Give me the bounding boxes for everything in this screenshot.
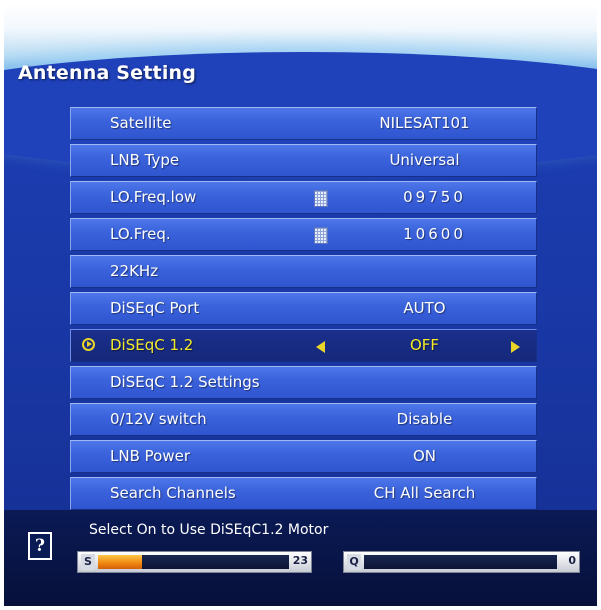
search-channels-value: CH All Search xyxy=(373,484,476,502)
antenna-settings-menu: Satellite NILESAT101 LNB Type Universal … xyxy=(70,107,537,514)
help-icon[interactable]: ? xyxy=(28,532,52,560)
search-channels-label: Search Channels xyxy=(110,484,236,502)
menu-row-22khz[interactable]: 22KHz xyxy=(70,255,537,288)
diseqc-1-2-value: OFF xyxy=(409,336,440,354)
satellite-value: NILESAT101 xyxy=(379,114,470,132)
quality-track xyxy=(364,555,557,569)
menu-row-diseqc-port[interactable]: DiSEqC Port AUTO xyxy=(70,292,537,325)
menu-row-diseqc-1-2-settings[interactable]: DiSEqC 1.2 Settings xyxy=(70,366,537,399)
lo-freq-label: LO.Freq. xyxy=(110,225,171,243)
signal-track xyxy=(98,555,289,569)
menu-row-lo-freq[interactable]: LO.Freq. 10600 xyxy=(70,218,537,251)
quality-value: 0 xyxy=(568,554,576,567)
signal-fill xyxy=(98,555,142,569)
menu-row-0-12v-switch[interactable]: 0/12V switch Disable xyxy=(70,403,537,436)
lnb-power-label: LNB Power xyxy=(110,447,190,465)
menu-row-satellite[interactable]: Satellite NILESAT101 xyxy=(70,107,537,140)
signal-quality-bar: Q 0 xyxy=(343,551,580,573)
diseqc-1-2-settings-label: DiSEqC 1.2 Settings xyxy=(110,373,260,391)
satellite-label: Satellite xyxy=(110,114,172,132)
quality-label: Q xyxy=(347,554,361,570)
lo-freq-low-label: LO.Freq.low xyxy=(110,188,197,206)
signal-label: S xyxy=(81,554,95,570)
lo-freq-value: 10600 xyxy=(403,225,466,243)
diseqc-port-label: DiSEqC Port xyxy=(110,299,200,317)
0-12v-switch-label: 0/12V switch xyxy=(110,410,207,428)
menu-row-diseqc-1-2[interactable]: DiSEqC 1.2 OFF xyxy=(70,329,537,362)
tv-screen: Antenna Setting Satellite NILESAT101 LNB… xyxy=(4,4,597,606)
menu-row-lnb-type[interactable]: LNB Type Universal xyxy=(70,144,537,177)
lo-freq-low-value: 09750 xyxy=(403,188,466,206)
lnb-type-label: LNB Type xyxy=(110,151,180,169)
signal-strength-bar: S 23 xyxy=(77,551,312,573)
22khz-label: 22KHz xyxy=(110,262,159,280)
0-12v-switch-value: Disable xyxy=(396,410,453,428)
arrow-right-icon[interactable] xyxy=(511,341,520,353)
lnb-type-value: Universal xyxy=(389,151,460,169)
diseqc-1-2-label: DiSEqC 1.2 xyxy=(110,336,194,354)
help-hint-text: Select On to Use DiSEqC1.2 Motor xyxy=(89,522,329,538)
menu-row-search-channels[interactable]: Search Channels CH All Search xyxy=(70,477,537,510)
signal-value: 23 xyxy=(292,554,308,567)
status-panel: ? Select On to Use DiSEqC1.2 Motor S 23 … xyxy=(4,510,597,606)
menu-row-lnb-power[interactable]: LNB Power ON xyxy=(70,440,537,473)
diseqc-port-value: AUTO xyxy=(403,299,446,317)
lnb-power-value: ON xyxy=(412,447,437,465)
menu-row-lo-freq-low[interactable]: LO.Freq.low 09750 xyxy=(70,181,537,214)
page-title: Antenna Setting xyxy=(18,62,197,84)
selected-indicator-icon xyxy=(82,338,95,351)
